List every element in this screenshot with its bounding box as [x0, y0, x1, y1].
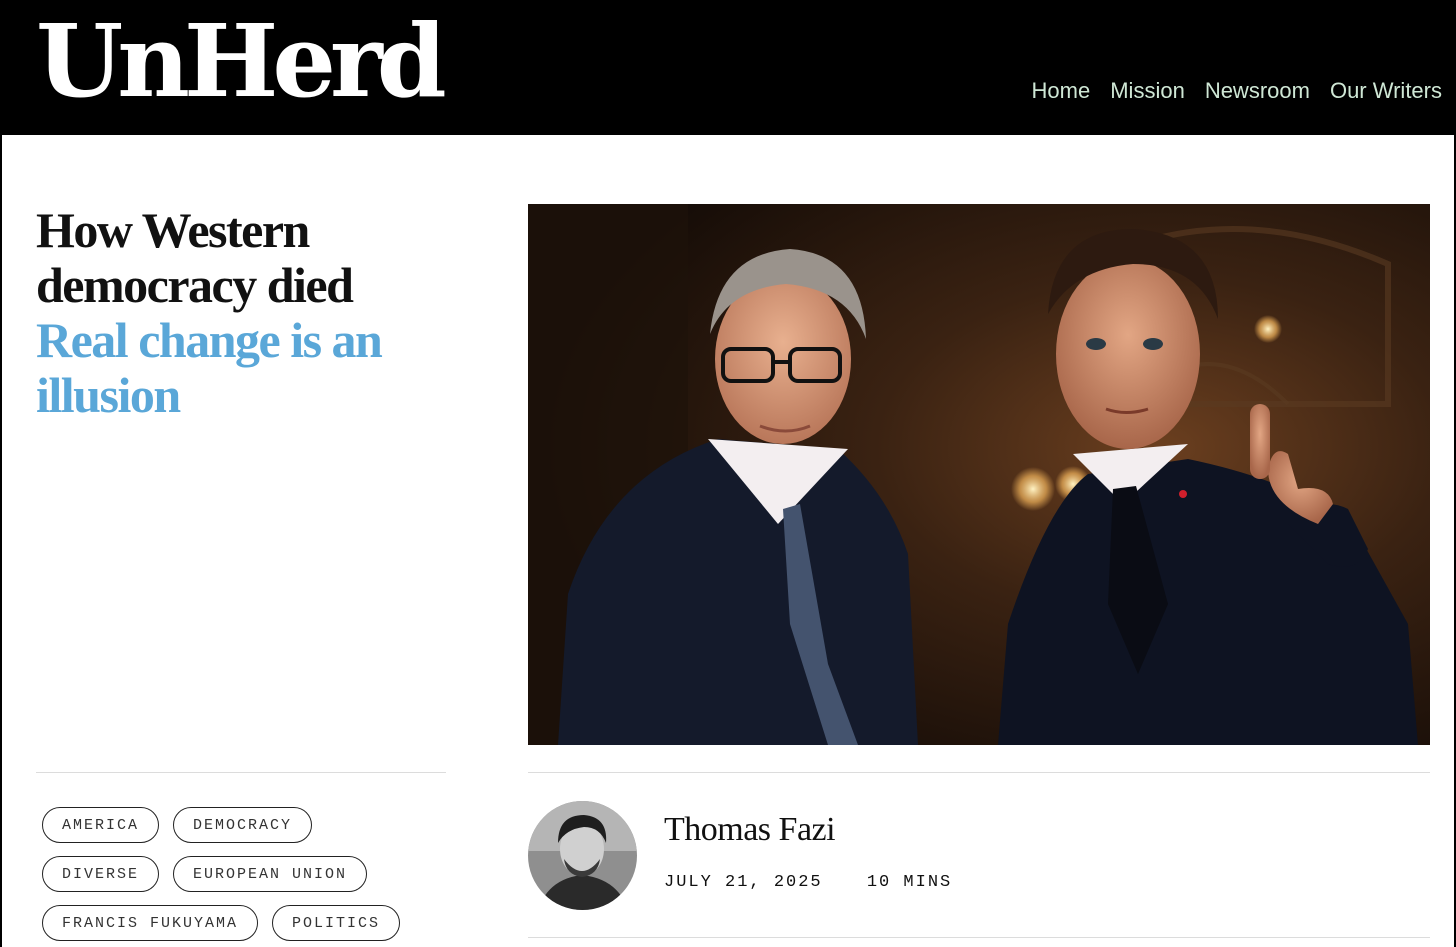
site-header: UnHerd Home Mission Newsroom Our Writers	[0, 0, 1456, 135]
article-meta: JULY 21, 2025 10 MINS	[664, 873, 952, 892]
nav-newsroom[interactable]: Newsroom	[1205, 78, 1310, 104]
tag-european-union[interactable]: EUROPEAN UNION	[173, 856, 368, 892]
author-bottom-divider	[528, 937, 1430, 938]
tag-row: FRANCIS FUKUYAMA POLITICS	[42, 905, 462, 941]
tag-francis-fukuyama[interactable]: FRANCIS FUKUYAMA	[42, 905, 259, 941]
article-subtitle: Real change is an illusion	[36, 312, 383, 423]
main-nav: Home Mission Newsroom Our Writers	[1032, 78, 1442, 104]
site-logo[interactable]: UnHerd	[36, 6, 447, 116]
author-avatar[interactable]	[528, 801, 637, 910]
tag-list: AMERICA DEMOCRACY DIVERSE EUROPEAN UNION…	[42, 807, 462, 947]
tag-america[interactable]: AMERICA	[42, 807, 160, 843]
tag-democracy[interactable]: DEMOCRACY	[173, 807, 313, 843]
page-frame-left	[0, 135, 2, 947]
article-headline: How Western democracy died Real change i…	[36, 203, 476, 423]
tag-row: AMERICA DEMOCRACY	[42, 807, 462, 843]
author-name[interactable]: Thomas Fazi	[664, 811, 836, 849]
read-time: 10 MINS	[866, 873, 953, 892]
tag-diverse[interactable]: DIVERSE	[42, 856, 160, 892]
nav-mission[interactable]: Mission	[1110, 78, 1185, 104]
tag-row: DIVERSE EUROPEAN UNION	[42, 856, 462, 892]
right-divider	[528, 772, 1430, 773]
publish-date: JULY 21, 2025	[664, 873, 823, 892]
nav-our-writers[interactable]: Our Writers	[1330, 78, 1442, 104]
article-title: How Western democracy died	[36, 202, 354, 313]
tag-politics[interactable]: POLITICS	[272, 905, 401, 941]
left-divider	[36, 772, 446, 773]
nav-home[interactable]: Home	[1032, 78, 1091, 104]
hero-photo	[528, 204, 1430, 745]
